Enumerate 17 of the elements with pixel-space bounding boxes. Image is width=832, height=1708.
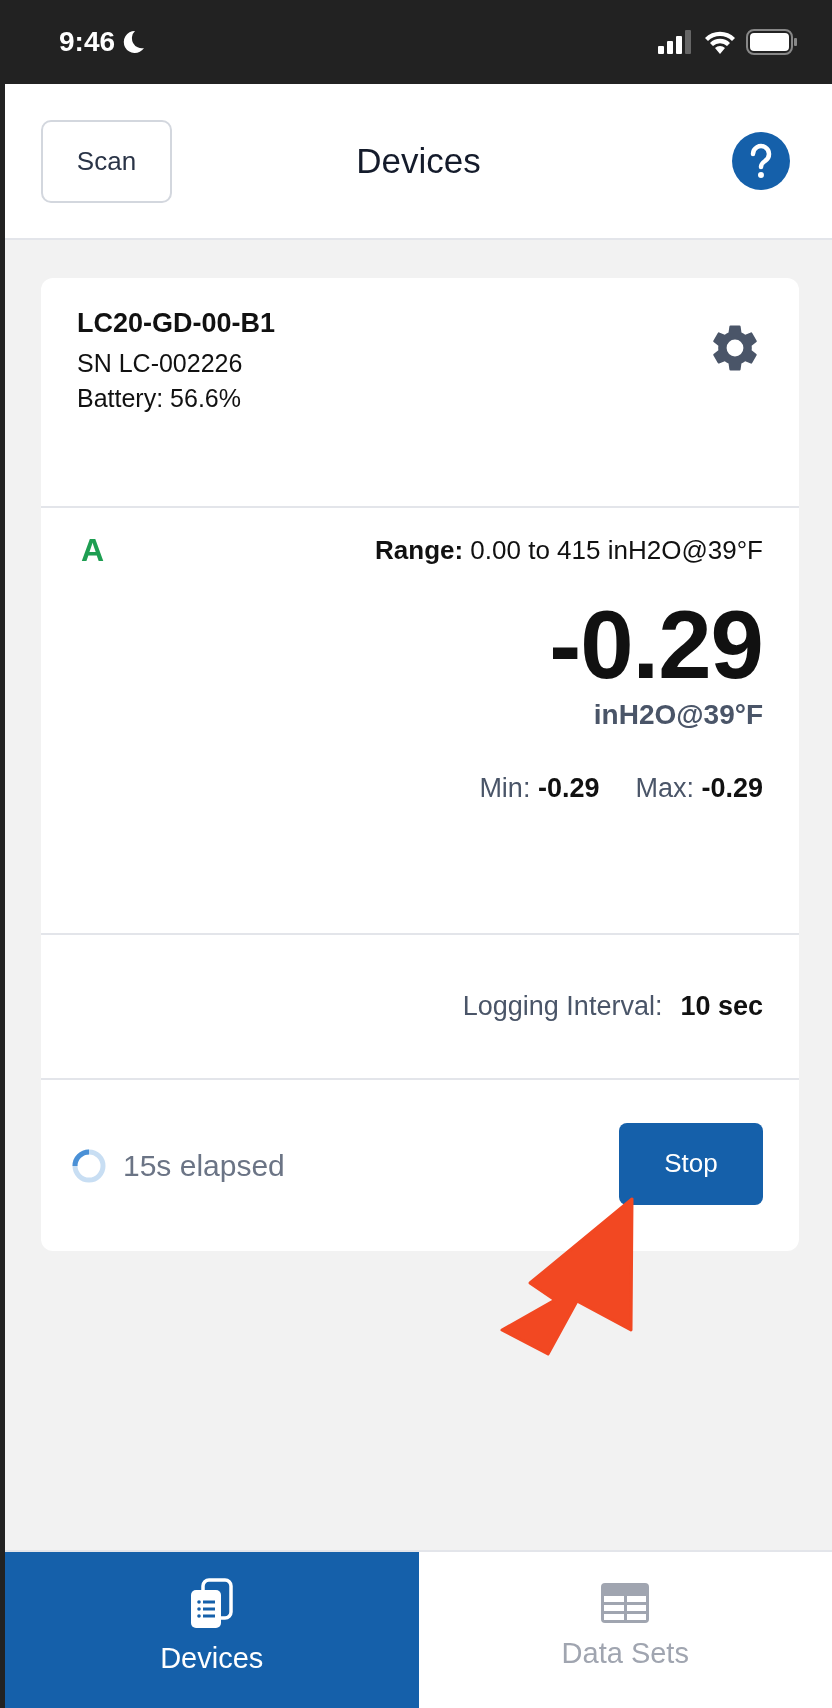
- max-reading: Max: -0.29: [635, 773, 763, 804]
- reading-unit: inH2O@39°F: [593, 699, 763, 731]
- logging-interval-label: Logging Interval:: [462, 991, 663, 1022]
- reading-value: -0.29: [549, 597, 763, 693]
- page-title: Devices: [356, 141, 481, 181]
- min-reading: Min: -0.29: [479, 773, 600, 804]
- stop-button[interactable]: Stop: [619, 1122, 763, 1205]
- range-text: Range: 0.00 to 415 inH2O@39°F: [375, 535, 763, 566]
- scan-button[interactable]: Scan: [41, 119, 172, 203]
- serial-number: SN LC-002226: [77, 349, 244, 378]
- tab[interactable]: Devices: [5, 1552, 419, 1708]
- battery-level: Battery: 56.6%: [77, 384, 242, 413]
- device-name: LC20-GD-00-B1: [77, 308, 276, 339]
- clock-time: 9:46: [59, 26, 116, 58]
- elapsed-time: 15s elapsed: [123, 1148, 285, 1183]
- channel-letter: A: [81, 532, 105, 569]
- logging-interval-value: 10 sec: [680, 991, 763, 1022]
